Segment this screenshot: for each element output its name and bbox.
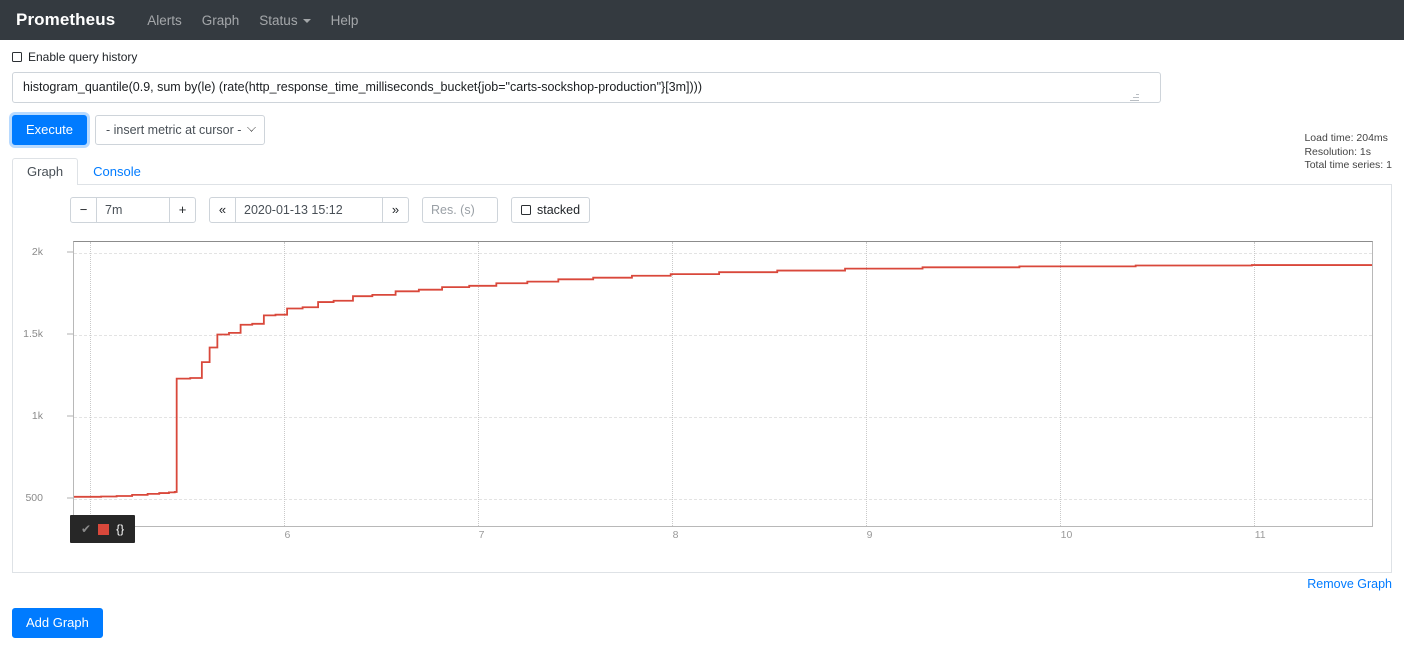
range-input[interactable]	[96, 197, 170, 223]
x-axis-tick-label: 6	[284, 529, 291, 541]
legend-color-swatch	[98, 523, 110, 535]
chart-area: 5001k1.5k2k 567891011	[13, 237, 1391, 541]
increase-range-button[interactable]: +	[169, 197, 196, 223]
resolution-input[interactable]	[422, 197, 498, 223]
nav-label-alerts: Alerts	[147, 12, 182, 28]
chevron-down-icon	[302, 19, 311, 23]
check-icon[interactable]: ✔	[81, 523, 91, 535]
plot-canvas[interactable]	[73, 241, 1373, 527]
end-time-input[interactable]	[235, 197, 383, 223]
decrease-range-button[interactable]: −	[70, 197, 97, 223]
step-forward-button[interactable]: »	[382, 197, 409, 223]
nav-label-help: Help	[330, 12, 359, 28]
x-axis-tick-label: 7	[478, 529, 485, 541]
checkbox-icon-stacked[interactable]	[521, 205, 531, 215]
nav-link-alerts[interactable]: Alerts	[137, 9, 192, 32]
nav-link-graph[interactable]: Graph	[192, 9, 250, 32]
page-body: Enable query history Load time: 204ms Re…	[0, 50, 1404, 638]
insert-metric-select[interactable]: - insert metric at cursor -	[94, 115, 265, 145]
stat-total-time-series: Total time series: 1	[1304, 159, 1392, 171]
y-axis-tick-label: 1.5k	[23, 328, 43, 341]
brand-logo[interactable]: Prometheus	[16, 10, 115, 30]
series-line-chart	[74, 242, 1372, 526]
enable-query-history-row[interactable]: Enable query history	[12, 50, 1392, 64]
y-axis-tick-label: 500	[25, 491, 43, 504]
remove-graph-row: Remove Graph	[12, 576, 1392, 591]
step-backward-button[interactable]: «	[209, 197, 236, 223]
x-axis-tick-label: 11	[1254, 529, 1266, 541]
series-path	[74, 265, 1372, 497]
enable-query-history-label: Enable query history	[28, 50, 138, 64]
y-axis-tick-label: 2k	[31, 246, 43, 259]
stat-resolution: Resolution: 1s	[1304, 145, 1371, 158]
x-axis-tick-label: 9	[866, 529, 873, 541]
nav-link-status[interactable]: Status	[249, 9, 320, 32]
query-input-wrap	[12, 72, 1392, 103]
nav-label-status: Status	[259, 12, 298, 28]
x-axis-tick-label: 8	[672, 529, 679, 541]
legend-series-label: {}	[116, 522, 125, 536]
y-axis-tick-label: 1k	[31, 409, 43, 422]
stacked-label: stacked	[537, 203, 581, 217]
stat-load-time: Load time: 204ms	[1304, 132, 1388, 144]
nav-label-graph: Graph	[201, 12, 240, 28]
range-input-group: − +	[70, 197, 196, 223]
x-axis-tick-label: 10	[1060, 529, 1073, 541]
add-graph-row: Add Graph	[12, 608, 1392, 638]
nav-link-help[interactable]: Help	[321, 9, 369, 32]
remove-graph-link[interactable]: Remove Graph	[1307, 577, 1392, 591]
graph-panel: − + « » stacked 5001k1.5k2k 56789101	[12, 185, 1392, 573]
checkbox-icon-query-history[interactable]	[12, 52, 22, 62]
execute-button[interactable]: Execute	[12, 115, 87, 145]
time-input-group: « »	[209, 197, 409, 223]
query-stats: Load time: 204ms Resolution: 1s Total ti…	[1304, 132, 1392, 173]
tab-console[interactable]: Console	[78, 158, 156, 185]
navbar: Prometheus Alerts Graph Status Help	[0, 0, 1404, 40]
tab-graph[interactable]: Graph	[12, 158, 79, 185]
add-graph-button[interactable]: Add Graph	[12, 608, 103, 638]
chart-legend[interactable]: ✔ {}	[70, 515, 136, 543]
query-expression-input[interactable]	[12, 72, 1161, 103]
graph-controls: − + « » stacked	[13, 197, 1391, 223]
graph-console-tabs: Graph Console	[12, 157, 1392, 185]
stacked-toggle[interactable]: stacked	[511, 197, 591, 223]
execute-row: Execute - insert metric at cursor -	[12, 115, 1392, 145]
